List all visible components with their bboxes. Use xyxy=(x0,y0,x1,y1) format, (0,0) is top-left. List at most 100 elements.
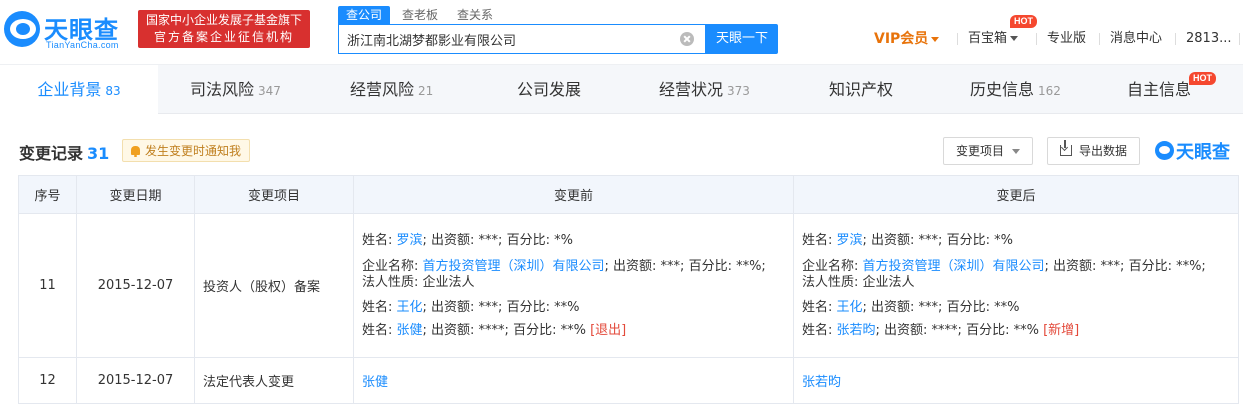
field-value: ; 出资额: ***; 百分比: *% xyxy=(862,232,1013,248)
record-line: 法人性质: 企业法人 xyxy=(802,274,915,290)
record-line: 企业名称: 首方投资管理（深圳）有限公司; 出资额: ***; 百分比: **%… xyxy=(802,253,1238,275)
search-button[interactable]: 天眼一下 xyxy=(706,24,778,54)
person-link[interactable]: 张健 xyxy=(397,323,423,338)
divider xyxy=(1175,33,1176,45)
logo-domain: TianYanCha.com xyxy=(46,40,119,50)
user-menu[interactable]: 2813... xyxy=(1186,29,1231,49)
record-line: 企业名称: 首方投资管理（深圳）有限公司; 出资额: ***; 百分比: **%… xyxy=(362,253,793,275)
search-tab-relation[interactable]: 查关系 xyxy=(457,6,493,24)
cell-before: 姓名: 罗滨; 出资额: ***; 百分比: *% 企业名称: 首方投资管理（深… xyxy=(353,213,794,358)
gov-badge[interactable]: 国家中小企业发展子基金旗下 官方备案企业征信机构 xyxy=(138,10,310,48)
search-input[interactable] xyxy=(339,25,669,53)
person-link[interactable]: 张健 xyxy=(362,375,388,390)
vip-label: VIP会员 xyxy=(874,31,929,47)
chevron-down-icon xyxy=(931,37,940,42)
tab-operation-risk[interactable]: 经营风险 21 xyxy=(350,65,433,115)
tab-business-status[interactable]: 经营状况 373 xyxy=(659,65,750,115)
cell-before: 张健 xyxy=(353,357,794,404)
new-tag: [新增] xyxy=(1043,322,1080,338)
field-label: 姓名: xyxy=(802,299,837,315)
chevron-down-icon xyxy=(1010,36,1019,41)
tab-company-development[interactable]: 公司发展 xyxy=(517,65,581,115)
cell-after: 姓名: 罗滨; 出资额: ***; 百分比: *% 企业名称: 首方投资管理（深… xyxy=(793,213,1239,358)
record-line: 姓名: 王化; 出资额: ***; 百分比: **% xyxy=(362,291,793,319)
table-header-row: 序号 变更日期 变更项目 变更前 变更后 xyxy=(18,175,1239,214)
divider xyxy=(1036,33,1037,45)
tab-label: 经营状况 xyxy=(659,80,724,99)
tab-label: 知识产权 xyxy=(829,80,894,99)
table-row: 12 2015-12-07 法定代表人变更 张健 张若昀 xyxy=(18,357,1239,404)
field-label: 姓名: xyxy=(362,322,397,338)
gov-badge-line1: 国家中小企业发展子基金旗下 xyxy=(145,13,302,27)
change-record-table: 序号 变更日期 变更项目 变更前 变更后 11 2015-12-07 投资人（股… xyxy=(18,175,1239,404)
search-tab-boss[interactable]: 查老板 xyxy=(402,6,438,24)
tab-label: 公司发展 xyxy=(517,80,582,99)
section-nav: 企业背景 83 司法风险 347 经营风险 21 公司发展 经营状况 373 知识产权 … xyxy=(0,64,1243,115)
person-link[interactable]: 王化 xyxy=(397,300,423,315)
tab-label: 历史信息 xyxy=(970,80,1035,99)
cell-item: 法定代表人变更 xyxy=(194,357,354,404)
vip-menu[interactable]: VIP会员 xyxy=(874,29,940,49)
notify-me-button[interactable]: 发生变更时通知我 xyxy=(122,139,251,162)
bell-icon xyxy=(131,146,140,157)
field-value: ; 出资额: ***; 百分比: **%; xyxy=(1044,258,1206,274)
section-title-text: 变更记录 xyxy=(19,144,84,163)
person-link[interactable]: 罗滨 xyxy=(397,233,423,248)
export-data-button[interactable]: 导出数据 xyxy=(1047,137,1140,165)
gov-badge-line2: 官方备案企业征信机构 xyxy=(153,30,294,44)
eye-logo-icon xyxy=(1155,141,1174,160)
cell-date: 2015-12-07 xyxy=(76,213,195,358)
tab-intellectual-property[interactable]: 知识产权 xyxy=(829,65,893,115)
record-line: 姓名: 王化; 出资额: ***; 百分比: **% xyxy=(802,291,1238,319)
record-line: 姓名: 张若昀; 出资额: ****; 百分比: **% [新增] xyxy=(802,319,1238,343)
tab-judicial-risk[interactable]: 司法风险 347 xyxy=(190,65,281,115)
person-link[interactable]: 罗滨 xyxy=(837,233,863,248)
col-header-after: 变更后 xyxy=(793,175,1239,214)
cell-item: 投资人（股权）备案 xyxy=(194,213,354,358)
col-header-no: 序号 xyxy=(18,175,77,214)
cell-no: 12 xyxy=(18,357,77,404)
record-line: 姓名: 张健; 出资额: ****; 百分比: **% [退出] xyxy=(362,319,793,343)
hot-badge: HOT xyxy=(1010,15,1037,28)
tab-count: 347 xyxy=(258,84,281,98)
col-header-before: 变更前 xyxy=(353,175,794,214)
tab-label: 企业背景 xyxy=(37,80,102,99)
field-label: 企业名称: xyxy=(802,258,863,274)
cell-after: 张若昀 xyxy=(793,357,1239,404)
tab-label: 司法风险 xyxy=(190,80,255,99)
tianyancha-logo[interactable]: 天眼查 TianYanCha.com xyxy=(4,8,130,52)
clear-icon[interactable] xyxy=(680,32,694,46)
field-value: ; 出资额: ****; 百分比: **% xyxy=(875,322,1044,338)
field-label: 姓名: xyxy=(362,299,397,315)
record-line: 姓名: 罗滨; 出资额: ***; 百分比: *% xyxy=(362,229,793,253)
brand-text: 天眼查 xyxy=(1176,142,1230,163)
divider xyxy=(1099,33,1100,45)
exit-tag: [退出] xyxy=(590,322,627,338)
divider xyxy=(957,33,958,45)
tab-self-info[interactable]: 自主信息 xyxy=(1127,65,1191,115)
tab-enterprise-background[interactable]: 企业背景 83 xyxy=(0,65,158,115)
person-link[interactable]: 张若昀 xyxy=(837,323,876,338)
cell-date: 2015-12-07 xyxy=(76,357,195,404)
field-value: ; 出资额: ****; 百分比: **% xyxy=(422,322,591,338)
cell-no: 11 xyxy=(18,213,77,358)
top-header: 天眼查 TianYanCha.com 国家中小企业发展子基金旗下 官方备案企业征… xyxy=(0,0,1243,64)
person-link[interactable]: 王化 xyxy=(837,300,863,315)
pro-version-link[interactable]: 专业版 xyxy=(1047,29,1086,49)
table-row: 11 2015-12-07 投资人（股权）备案 姓名: 罗滨; 出资额: ***… xyxy=(18,213,1239,358)
tab-count: 21 xyxy=(418,84,434,98)
tab-count: 162 xyxy=(1038,84,1061,98)
baibaoxiang-menu[interactable]: 百宝箱 xyxy=(968,29,1019,49)
tab-history-info[interactable]: 历史信息 162 xyxy=(970,65,1061,115)
record-line: 法人性质: 企业法人 xyxy=(362,274,475,290)
field-value: ; 出资额: ***; 百分比: **% xyxy=(422,299,580,315)
record-line: 姓名: 罗滨; 出资额: ***; 百分比: *% xyxy=(802,229,1238,253)
search-tab-company[interactable]: 查公司 xyxy=(338,6,391,24)
company-link[interactable]: 首方投资管理（深圳）有限公司 xyxy=(423,259,605,274)
change-item-filter[interactable]: 变更项目 xyxy=(943,137,1033,165)
company-link[interactable]: 首方投资管理（深圳）有限公司 xyxy=(863,259,1045,274)
divider xyxy=(1239,33,1240,45)
person-link[interactable]: 张若昀 xyxy=(802,375,841,390)
message-center-link[interactable]: 消息中心 xyxy=(1110,29,1162,49)
field-label: 姓名: xyxy=(362,232,397,248)
